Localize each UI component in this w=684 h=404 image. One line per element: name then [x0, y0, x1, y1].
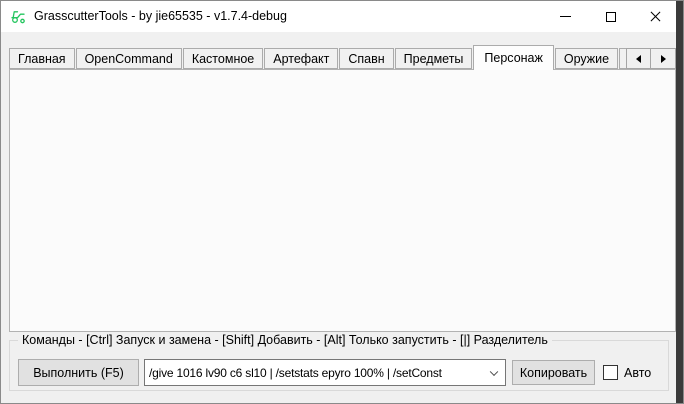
- maximize-icon: [606, 12, 616, 22]
- arrow-left-icon: [636, 55, 641, 63]
- tab-scroll-left-button[interactable]: [626, 48, 651, 69]
- copy-command-label: Копировать: [520, 366, 587, 380]
- group-commands: Команды - [Ctrl] Запуск и замена - [Shif…: [9, 340, 669, 391]
- tab-page-character: [9, 69, 676, 332]
- maximize-button[interactable]: [588, 1, 633, 32]
- minimize-icon: [560, 16, 571, 17]
- window-title: GrasscutterTools - by jie65535 - v1.7.4-…: [34, 9, 287, 23]
- tab-scroll-arrows: [626, 48, 676, 69]
- auto-checkbox-label: Авто: [624, 366, 651, 381]
- command-combobox[interactable]: /give 1016 lv90 c6 sl10 | /setstats epyr…: [144, 359, 506, 386]
- command-combobox-value: /give 1016 lv90 c6 sl10 | /setstats epyr…: [149, 366, 505, 380]
- tab-artifact[interactable]: Артефакт: [264, 48, 338, 69]
- tab-scroll-right-button[interactable]: [651, 48, 676, 69]
- close-icon: [649, 10, 662, 23]
- close-button[interactable]: [633, 1, 678, 32]
- arrow-right-icon: [661, 55, 666, 63]
- group-commands-title: Команды - [Ctrl] Запуск и замена - [Shif…: [18, 332, 552, 348]
- tab-opencommand[interactable]: OpenCommand: [76, 48, 182, 69]
- tab-strip: Главная OpenCommand Кастомное Артефакт С…: [9, 45, 626, 70]
- minimize-button[interactable]: [543, 1, 588, 32]
- auto-checkbox[interactable]: [603, 365, 618, 380]
- tab-main[interactable]: Главная: [9, 48, 75, 69]
- titlebar[interactable]: GrasscutterTools - by jie65535 - v1.7.4-…: [1, 1, 678, 32]
- tab-items[interactable]: Предметы: [395, 48, 473, 69]
- copy-command-button[interactable]: Копировать: [512, 360, 595, 385]
- tab-spawn[interactable]: Спавн: [339, 48, 393, 69]
- grasscutter-app-icon: [10, 8, 27, 25]
- tab-character[interactable]: Персонаж: [473, 45, 553, 70]
- app-window: GrasscutterTools - by jie65535 - v1.7.4-…: [0, 0, 684, 404]
- tab-weapon[interactable]: Оружие: [555, 48, 618, 69]
- tab-account[interactable]: Аккаунт: [619, 48, 626, 69]
- run-command-label: Выполнить (F5): [33, 366, 124, 380]
- desktop-background-strip: [676, 1, 683, 404]
- tab-custom[interactable]: Кастомное: [183, 48, 263, 69]
- run-command-button[interactable]: Выполнить (F5): [18, 359, 139, 386]
